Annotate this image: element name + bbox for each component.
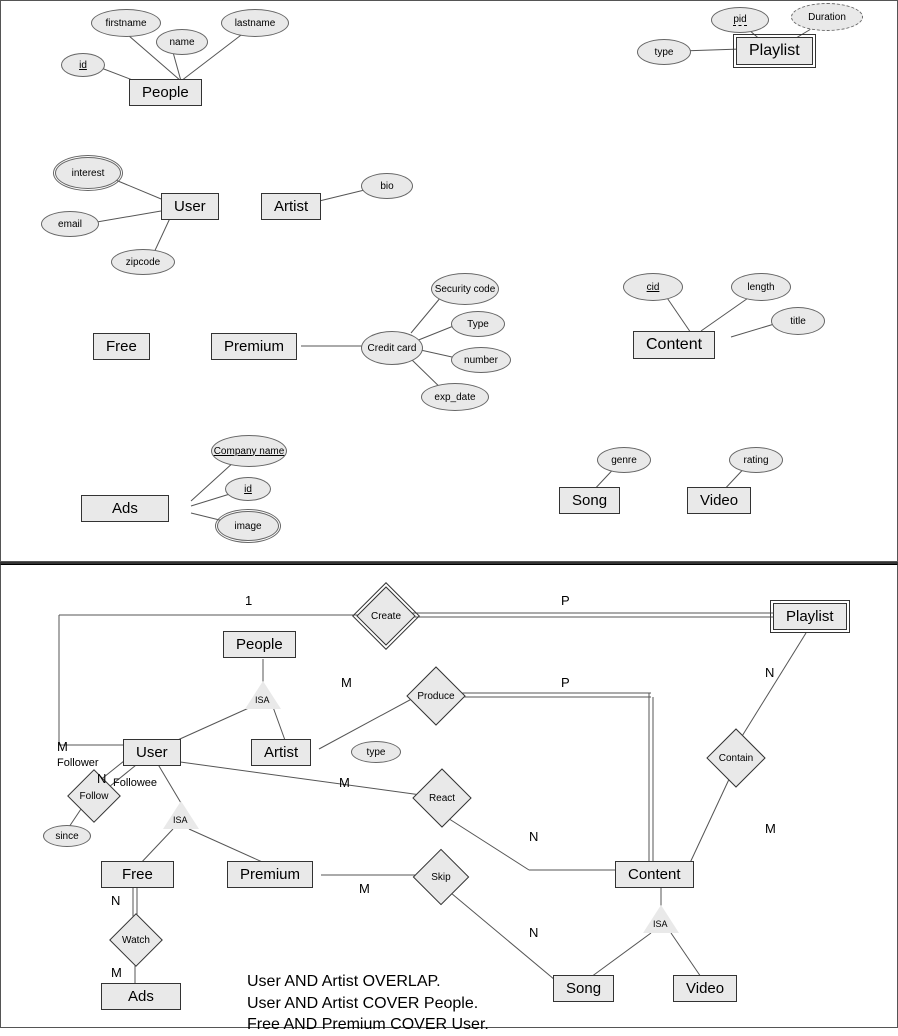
attr-lastname: lastname — [221, 9, 289, 37]
b-entity-video: Video — [673, 975, 737, 1002]
b-entity-user: User — [123, 739, 181, 766]
attr-since: since — [43, 825, 91, 847]
attr-email: email — [41, 211, 99, 237]
attr-pid: pid — [711, 7, 769, 33]
entity-video: Video — [687, 487, 751, 514]
entity-artist: Artist — [261, 193, 321, 220]
b-entity-ads: Ads — [101, 983, 181, 1010]
role-follower: Follower — [57, 757, 99, 769]
b-entity-premium: Premium — [227, 861, 313, 888]
b-entity-people: People — [223, 631, 296, 658]
card-user-m: M — [57, 739, 68, 754]
b-entity-playlist: Playlist — [773, 603, 847, 630]
attr-bio: bio — [361, 173, 413, 199]
card-watch-n: N — [111, 893, 120, 908]
b-entity-song: Song — [553, 975, 614, 1002]
attr-interest: interest — [55, 157, 121, 189]
bottom-er-panel: People Playlist User Artist Free Premium… — [0, 564, 898, 1028]
attr-ads-id: id — [225, 477, 271, 501]
entity-content: Content — [633, 331, 715, 359]
card-contain-m: M — [765, 821, 776, 836]
entity-user: User — [161, 193, 219, 220]
attr-security: Security code — [431, 273, 499, 305]
entity-playlist: Playlist — [736, 37, 813, 65]
card-produce-m: M — [341, 675, 352, 690]
card-create-p: P — [561, 593, 570, 608]
attr-company: Company name — [211, 435, 287, 467]
entity-free: Free — [93, 333, 150, 360]
attr-playlist-type: type — [637, 39, 691, 65]
entity-people: People — [129, 79, 202, 106]
card-followee-n: N — [97, 771, 106, 786]
entity-premium: Premium — [211, 333, 297, 360]
card-skip-n: N — [529, 925, 538, 940]
attr-title: title — [771, 307, 825, 335]
card-react-n: N — [529, 829, 538, 844]
attr-cc-type: Type — [451, 311, 505, 337]
b-entity-content: Content — [615, 861, 694, 888]
top-er-panel: firstname name lastname id People pid Du… — [0, 0, 898, 562]
attr-rating: rating — [729, 447, 783, 473]
card-skip-m: M — [359, 881, 370, 896]
entity-ads: Ads — [81, 495, 169, 522]
attr-name: name — [156, 29, 208, 55]
attr-genre: genre — [597, 447, 651, 473]
card-create-1: 1 — [245, 593, 252, 608]
attr-duration: Duration — [791, 3, 863, 31]
attr-firstname: firstname — [91, 9, 161, 37]
attr-expdate: exp_date — [421, 383, 489, 411]
role-followee: Followee — [113, 777, 157, 789]
attr-react-type: type — [351, 741, 401, 763]
attr-number: number — [451, 347, 511, 373]
b-entity-free: Free — [101, 861, 174, 888]
attr-people-id: id — [61, 53, 105, 77]
isa-user: ISA — [163, 801, 199, 829]
note-line-2: User AND Artist COVER People. — [247, 993, 489, 1015]
card-produce-p: P — [561, 675, 570, 690]
note-line-3: Free AND Premium COVER User. — [247, 1014, 489, 1036]
note-line-1: User AND Artist OVERLAP. — [247, 971, 489, 993]
card-contain-n: N — [765, 665, 774, 680]
card-watch-m: M — [111, 965, 122, 980]
isa-people: ISA — [245, 681, 281, 709]
b-entity-artist: Artist — [251, 739, 311, 766]
attr-creditcard: Credit card — [361, 331, 423, 365]
attr-image: image — [217, 511, 279, 541]
attr-length: length — [731, 273, 791, 301]
entity-song: Song — [559, 487, 620, 514]
attr-zipcode: zipcode — [111, 249, 175, 275]
isa-content: ISA — [643, 905, 679, 933]
attr-cid: cid — [623, 273, 683, 301]
card-react-m: M — [339, 775, 350, 790]
notes: User AND Artist OVERLAP. User AND Artist… — [247, 971, 489, 1036]
